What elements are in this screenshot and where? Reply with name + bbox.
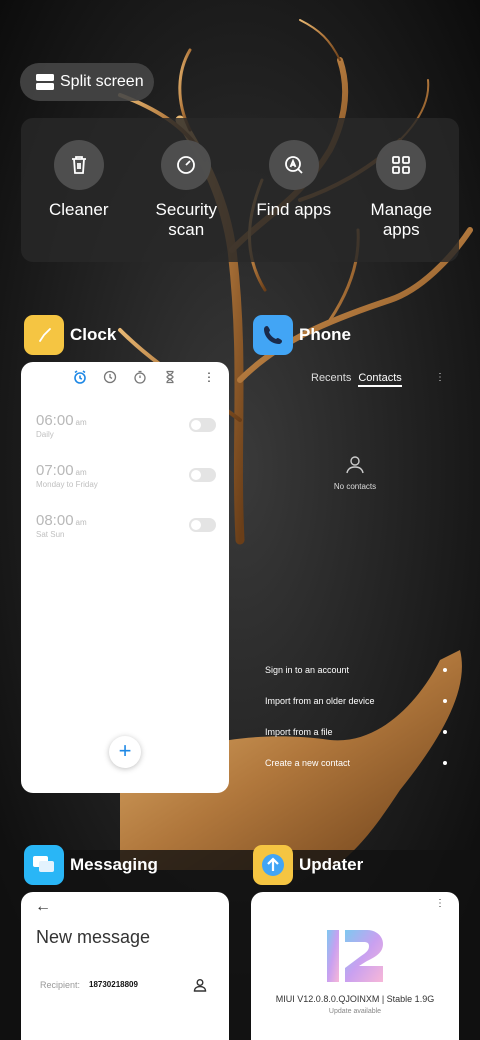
contact-actions-list: Sign in to an account Import from an old… [265, 654, 447, 778]
action-label: Import from a file [265, 726, 333, 737]
alarm-item[interactable]: 06:00 am Daily [36, 412, 216, 439]
timer-tab-icon[interactable] [163, 370, 177, 384]
clock-tab-bar [73, 370, 177, 384]
updater-app-icon [253, 845, 293, 885]
cleaner-button[interactable]: Cleaner [26, 140, 131, 262]
recipient-number[interactable]: 18730218809 [89, 980, 138, 989]
alarm-ampm: am [75, 468, 87, 477]
action-label: Sign in to an account [265, 664, 350, 675]
security-scan-icon [161, 140, 212, 190]
tab-contacts[interactable]: Contacts [358, 372, 402, 387]
clock-app-icon [24, 315, 64, 355]
dot-icon [443, 698, 447, 703]
list-item[interactable]: Sign in to an account [265, 654, 447, 685]
alarm-time: 06:00 [36, 412, 74, 429]
quick-tools-panel: Cleaner Security scan Find apps Manage a… [21, 118, 459, 262]
security-scan-button[interactable]: Security scan [134, 140, 239, 262]
updater-app-name: Updater [299, 855, 364, 874]
alarm-time: 07:00 [36, 462, 74, 479]
alarm-toggle[interactable] [189, 518, 216, 532]
manage-apps-label: Manage apps [370, 200, 432, 239]
alarm-toggle[interactable] [189, 418, 216, 432]
phone-app-name: Phone [299, 325, 351, 344]
alarm-ampm: am [75, 418, 87, 427]
manage-apps-button[interactable]: Manage apps [349, 140, 454, 262]
list-item[interactable]: Import from an older device [265, 685, 447, 716]
recipient-label: Recipient: [40, 980, 81, 990]
dot-icon [443, 760, 447, 765]
phone-app-icon [253, 315, 293, 355]
update-status-text: Update available [328, 1008, 382, 1015]
phone-app-header[interactable]: Phone [253, 315, 351, 355]
dot-icon [443, 729, 447, 734]
split-screen-icon [36, 74, 54, 90]
alarm-tab-icon[interactable] [73, 370, 87, 384]
tab-recents[interactable]: Recents [311, 372, 351, 387]
security-scan-label: Security scan [155, 200, 217, 239]
alarm-repeat: Sat Sun [36, 530, 65, 539]
alarm-repeat: Monday to Friday [36, 480, 98, 489]
back-arrow-icon[interactable]: ← [35, 898, 51, 916]
alarm-toggle[interactable] [189, 468, 216, 482]
trash-icon [53, 140, 104, 190]
split-screen-button[interactable]: Split screen [20, 63, 154, 101]
world-clock-tab-icon[interactable] [103, 370, 117, 384]
action-label: Import from an older device [265, 695, 375, 706]
contact-picker-icon[interactable] [193, 978, 207, 992]
clock-app-name: Clock [70, 325, 117, 344]
add-alarm-button[interactable]: + [109, 736, 141, 768]
no-contacts-text: No contacts [333, 482, 377, 491]
phone-tab-bar: Recents Contacts [311, 372, 402, 387]
alarm-repeat: Daily [36, 430, 54, 439]
updater-app-card[interactable]: ⋮ MIUI V12.0.8.0.QJOINXM | Stable 1.9G U… [251, 892, 459, 1040]
alarm-time: 08:00 [36, 512, 74, 529]
alarm-ampm: am [75, 518, 87, 527]
list-item[interactable]: Import from a file [265, 716, 447, 747]
stopwatch-tab-icon[interactable] [133, 370, 147, 384]
messaging-app-name: Messaging [70, 855, 158, 874]
updater-more-menu-icon[interactable]: ⋮ [435, 898, 445, 909]
find-apps-label: Find apps [256, 200, 332, 219]
dot-icon [443, 667, 447, 672]
clock-app-header[interactable]: Clock [24, 315, 116, 355]
messaging-app-icon [24, 845, 64, 885]
phone-app-card[interactable]: Recents Contacts ⋮ No contacts Sign in t… [251, 362, 459, 793]
find-apps-icon [268, 140, 319, 190]
alarm-item[interactable]: 08:00 am Sat Sun [36, 512, 216, 539]
clock-app-card[interactable]: ⋮ 06:00 am Daily 07:00 am Monday to Friday… [21, 362, 229, 793]
find-apps-button[interactable]: Find apps [241, 140, 346, 262]
messaging-app-card[interactable]: ← New message Recipient: 18730218809 [21, 892, 229, 1040]
action-label: Create a new contact [265, 757, 351, 768]
miui-version-text: MIUI V12.0.8.0.QJOINXM | Stable 1.9G [275, 994, 435, 1004]
new-message-title: New message [36, 927, 151, 947]
cleaner-label: Cleaner [48, 200, 109, 219]
updater-app-header[interactable]: Updater [253, 845, 363, 885]
list-item[interactable]: Create a new contact [265, 747, 447, 778]
messaging-app-header[interactable]: Messaging [24, 845, 158, 885]
phone-more-menu-icon[interactable]: ⋮ [435, 372, 445, 383]
contact-placeholder-icon [346, 456, 364, 474]
clock-more-menu-icon[interactable]: ⋮ [203, 370, 215, 384]
grid-icon [376, 140, 427, 190]
split-screen-label: Split screen [60, 73, 144, 90]
alarm-item[interactable]: 07:00 am Monday to Friday [36, 462, 216, 489]
miui-12-logo [327, 930, 383, 982]
